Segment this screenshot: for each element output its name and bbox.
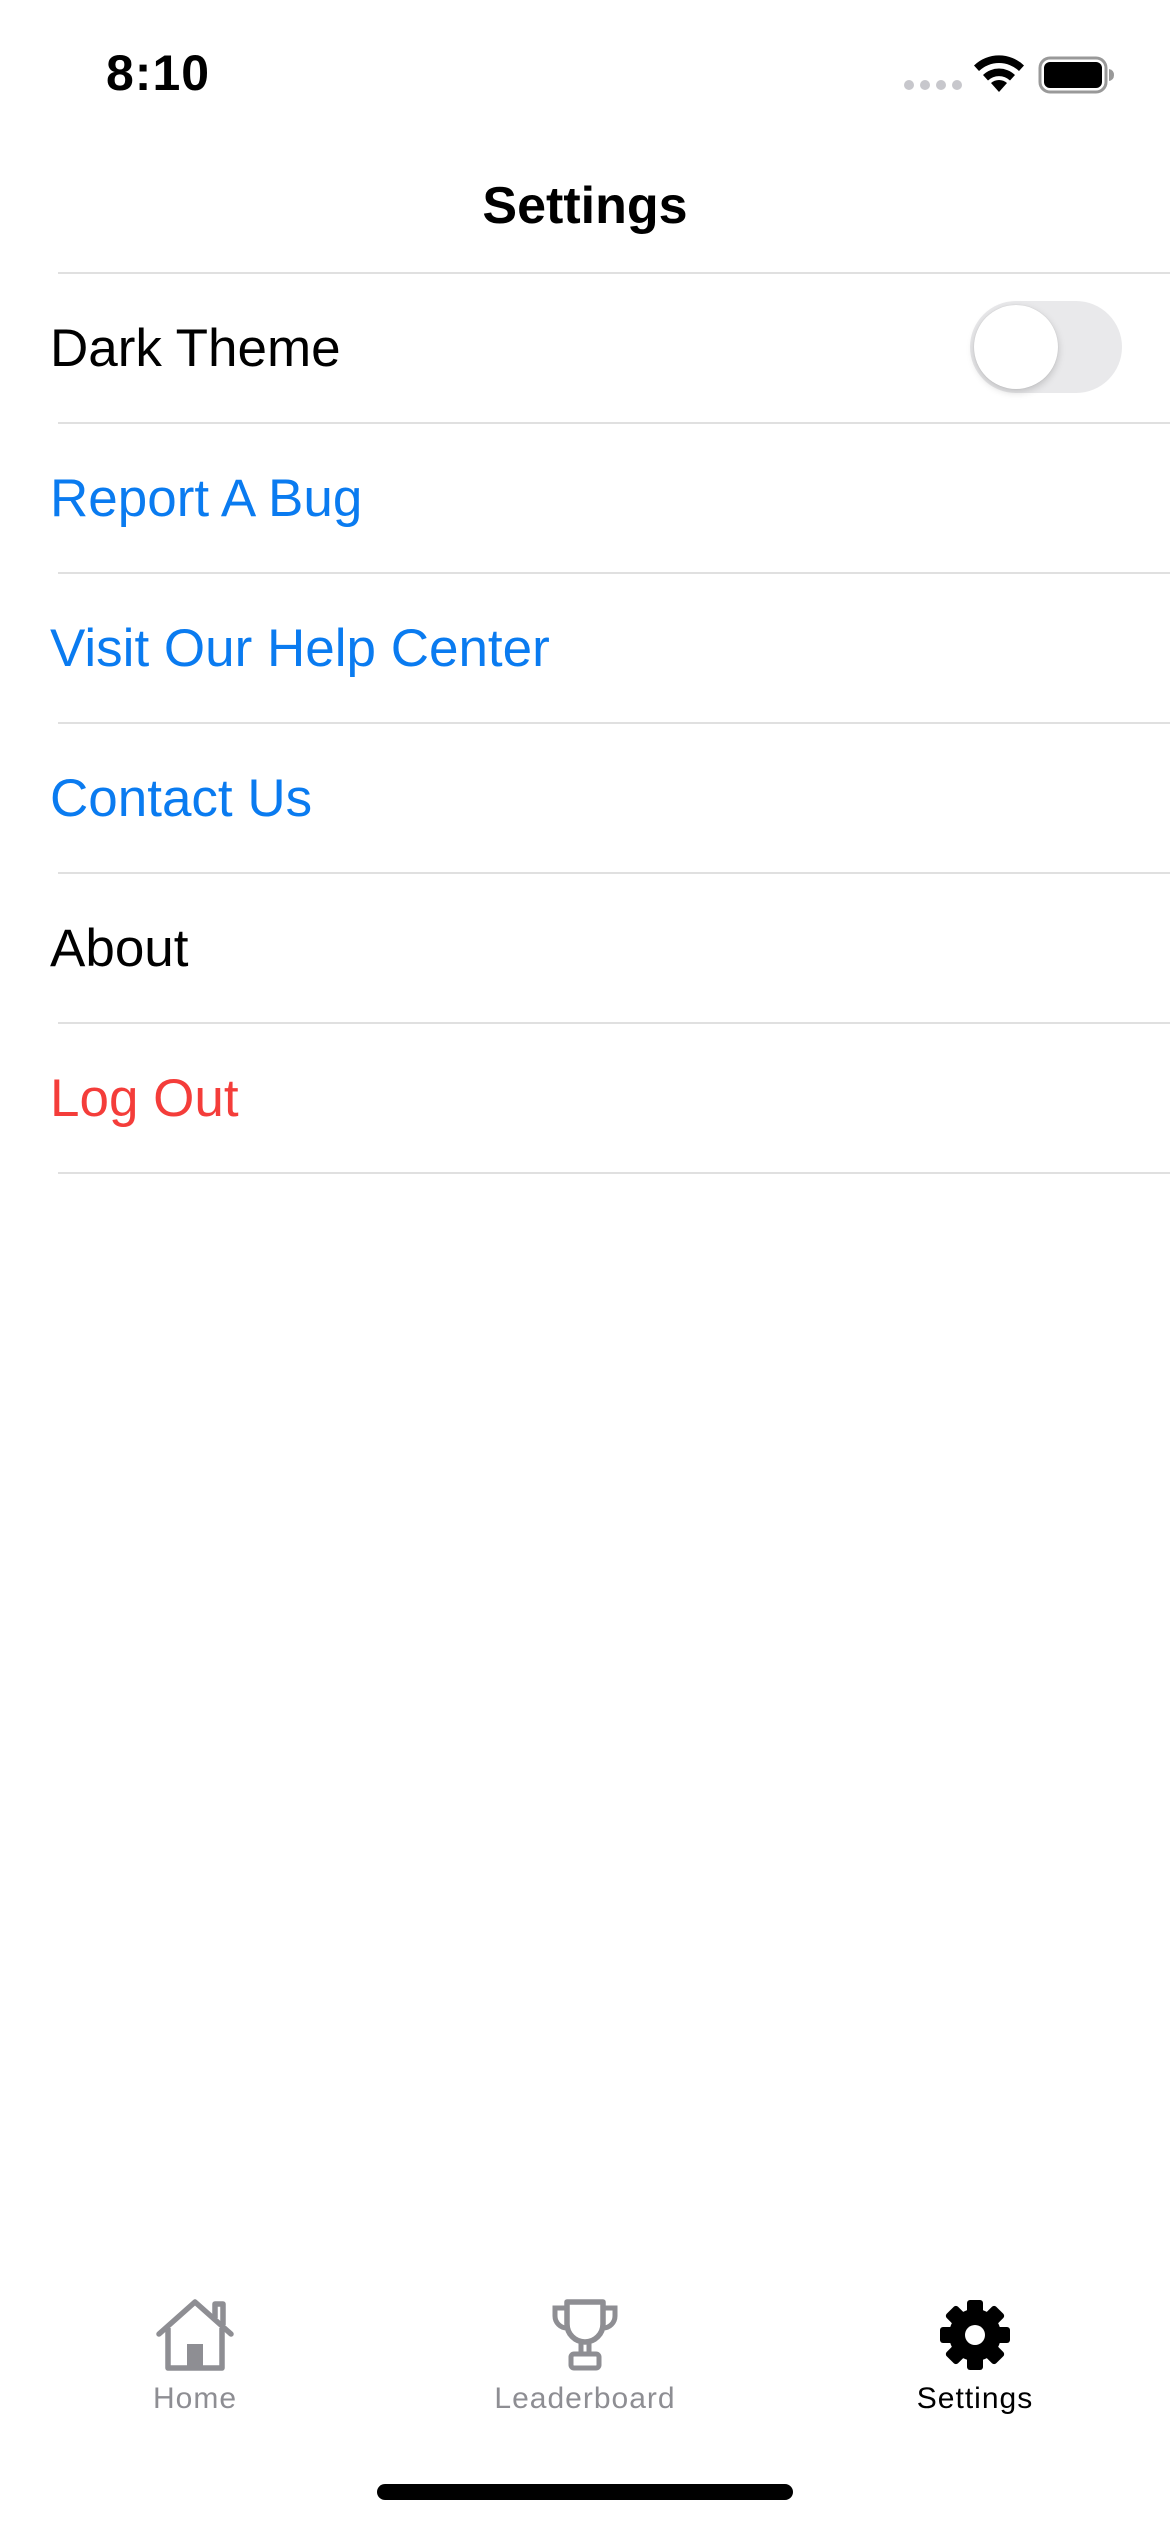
help-center-row[interactable]: Visit Our Help Center bbox=[0, 574, 1170, 722]
status-time: 8:10 bbox=[106, 45, 211, 101]
report-bug-link[interactable]: Report A Bug bbox=[50, 468, 362, 529]
battery-icon bbox=[1038, 56, 1114, 94]
toggle-knob bbox=[974, 305, 1058, 389]
status-bar: 8:10 bbox=[0, 0, 1170, 150]
tab-settings[interactable]: Settings bbox=[780, 2270, 1170, 2420]
page-title: Settings bbox=[482, 177, 688, 235]
tab-home-label: Home bbox=[152, 2382, 238, 2415]
contact-us-link[interactable]: Contact Us bbox=[50, 768, 312, 829]
tab-leaderboard-label: Leaderboard bbox=[494, 2382, 676, 2415]
tab-leaderboard[interactable]: Leaderboard bbox=[390, 2270, 780, 2420]
settings-screen: 8:10 Settings Dark Theme Report A Bug Vi… bbox=[0, 0, 1170, 2532]
dark-theme-toggle[interactable] bbox=[970, 301, 1122, 393]
divider bbox=[58, 1172, 1170, 1174]
dark-theme-row: Dark Theme bbox=[0, 274, 1170, 422]
wifi-icon bbox=[974, 55, 1024, 92]
settings-list: Dark Theme Report A Bug Visit Our Help C… bbox=[0, 272, 1170, 1174]
log-out-button[interactable]: Log Out bbox=[50, 1068, 239, 1129]
trophy-icon bbox=[552, 2299, 618, 2371]
report-bug-row[interactable]: Report A Bug bbox=[0, 424, 1170, 572]
gear-icon bbox=[940, 2300, 1010, 2370]
home-icon bbox=[156, 2299, 234, 2371]
contact-us-row[interactable]: Contact Us bbox=[0, 724, 1170, 872]
home-indicator[interactable] bbox=[377, 2484, 793, 2500]
log-out-row[interactable]: Log Out bbox=[0, 1024, 1170, 1172]
tab-home[interactable]: Home bbox=[0, 2270, 390, 2420]
dark-theme-label: Dark Theme bbox=[50, 318, 341, 378]
about-label[interactable]: About bbox=[50, 918, 189, 979]
tab-settings-label: Settings bbox=[916, 2382, 1034, 2415]
tab-bar: Home Leaderboard Settings bbox=[0, 2270, 1170, 2420]
about-row[interactable]: About bbox=[0, 874, 1170, 1022]
cellular-signal-icon bbox=[904, 80, 962, 90]
help-center-link[interactable]: Visit Our Help Center bbox=[50, 618, 550, 679]
